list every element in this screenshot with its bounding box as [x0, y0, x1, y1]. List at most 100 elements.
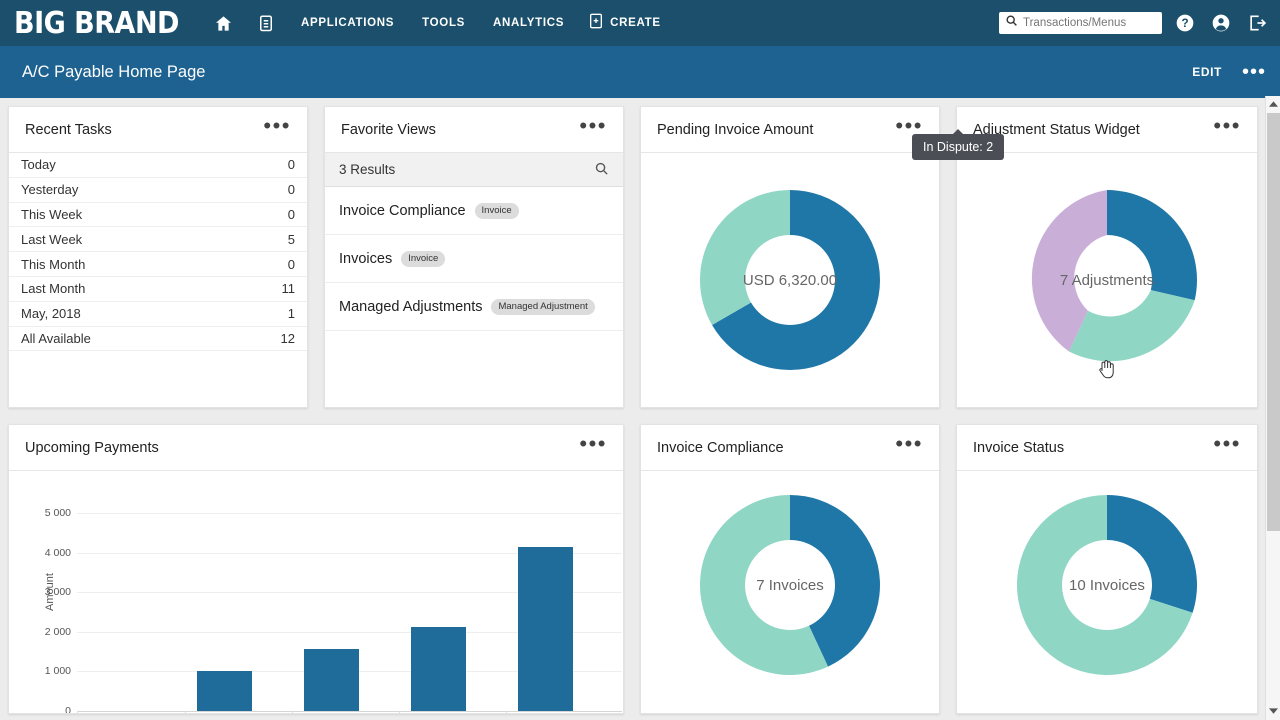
card-overflow-menu-button[interactable]: ••• [895, 441, 923, 455]
page-title: A/C Payable Home Page [22, 63, 205, 82]
list-item[interactable]: May, 2018 1 [9, 302, 307, 327]
y-tick-label: 2 000 [25, 626, 71, 638]
page-scrollbar[interactable] [1265, 96, 1280, 720]
list-item[interactable]: Last Month 11 [9, 277, 307, 302]
card-favorite-views: Favorite Views ••• 3 Results Invoice Com… [324, 106, 624, 408]
card-header: Invoice Status ••• [957, 425, 1257, 471]
page-title-bar: A/C Payable Home Page EDIT ••• [0, 46, 1280, 98]
search-icon [1005, 14, 1018, 32]
card-overflow-menu-button[interactable]: ••• [579, 441, 607, 455]
card-header: Recent Tasks ••• [9, 107, 307, 153]
dashboard-row-1: Recent Tasks ••• Today 0 Yesterday 0 Thi… [8, 106, 1262, 408]
scroll-up-arrow-icon[interactable] [1266, 96, 1280, 113]
task-count: 0 [288, 207, 295, 222]
create-label: CREATE [610, 17, 661, 29]
brand-logo[interactable]: BIG BRAND [14, 6, 179, 41]
nav-applications[interactable]: APPLICATIONS [301, 17, 394, 29]
card-invoice-status: Invoice Status ••• 10 Invoices [956, 424, 1258, 714]
global-search[interactable] [999, 12, 1162, 34]
task-label: Last Week [21, 232, 82, 247]
status-badge: Invoice [401, 251, 445, 267]
task-label: Today [21, 157, 56, 172]
card-header: Invoice Compliance ••• [641, 425, 939, 471]
task-count: 0 [288, 182, 295, 197]
card-upcoming-payments: Upcoming Payments ••• Amount 5 000 4 000 [8, 424, 624, 714]
bar[interactable] [518, 547, 573, 711]
search-icon[interactable] [594, 161, 609, 179]
nav-tools[interactable]: TOOLS [422, 17, 465, 29]
task-count: 11 [282, 281, 296, 296]
dashboard-row-2: Upcoming Payments ••• Amount 5 000 4 000 [8, 424, 1262, 714]
x-tick-mark [506, 711, 507, 713]
donut-chart-invoice-status[interactable]: 10 Invoices [957, 471, 1257, 713]
edit-button[interactable]: EDIT [1192, 65, 1222, 79]
card-title: Upcoming Payments [25, 440, 159, 456]
card-header: Pending Invoice Amount ••• [641, 107, 939, 153]
search-input[interactable] [1023, 17, 1156, 29]
list-item[interactable]: This Month 0 [9, 252, 307, 277]
bar[interactable] [197, 671, 252, 711]
card-header: Upcoming Payments ••• [9, 425, 623, 471]
card-title: Pending Invoice Amount [657, 122, 813, 138]
y-tick-label: 4 000 [25, 547, 71, 559]
page-overflow-menu-button[interactable]: ••• [1242, 68, 1266, 76]
bar-chart-upcoming-payments[interactable]: Amount 5 000 4 000 3 000 2 000 1 000 0 [9, 471, 623, 713]
card-title: Invoice Compliance [657, 440, 784, 456]
list-item[interactable]: Invoices Invoice [325, 235, 623, 283]
list-item[interactable]: Today 0 [9, 153, 307, 178]
card-pending-invoice-amount: Pending Invoice Amount ••• USD 6,320.00 [640, 106, 940, 408]
donut-slice-approved[interactable] [700, 190, 790, 325]
task-count: 12 [281, 331, 295, 346]
card-title: Recent Tasks [25, 122, 112, 138]
list-item[interactable]: This Week 0 [9, 203, 307, 228]
gridline [77, 513, 622, 514]
list-item[interactable]: Managed Adjustments Managed Adjustment [325, 283, 623, 331]
home-icon[interactable] [209, 8, 239, 38]
favorite-view-label: Invoices [339, 251, 392, 267]
card-overflow-menu-button[interactable]: ••• [1213, 441, 1241, 455]
donut-slice-approved[interactable] [1069, 290, 1195, 361]
x-axis-line [77, 711, 622, 712]
status-badge: Invoice [475, 203, 519, 219]
favorite-view-label: Managed Adjustments [339, 299, 482, 315]
donut-chart-invoice-compliance[interactable]: 7 Invoices [641, 471, 939, 713]
task-label: Yesterday [21, 182, 78, 197]
list-item[interactable]: All Available 12 [9, 327, 307, 352]
clipboard-icon[interactable] [251, 8, 281, 38]
list-item[interactable]: Yesterday 0 [9, 178, 307, 203]
svg-text:?: ? [1181, 17, 1188, 30]
top-navigation-bar: BIG BRAND APPLICATIONS TOOLS ANALYTICS C… [0, 0, 1280, 46]
card-body: 7 Invoices [641, 471, 939, 713]
favorite-views-search-bar: 3 Results [325, 153, 623, 187]
user-icon[interactable] [1208, 10, 1234, 36]
card-body: 10 Invoices [957, 471, 1257, 713]
donut-chart-pending-invoice-amount[interactable]: USD 6,320.00 [641, 153, 939, 407]
card-overflow-menu-button[interactable]: ••• [579, 123, 607, 137]
card-recent-tasks: Recent Tasks ••• Today 0 Yesterday 0 Thi… [8, 106, 308, 408]
list-item[interactable]: Last Week 5 [9, 227, 307, 252]
logout-icon[interactable] [1244, 10, 1270, 36]
recent-tasks-list: Today 0 Yesterday 0 This Week 0 Last Wee… [9, 153, 307, 351]
mouse-cursor [1098, 359, 1114, 384]
donut-slice-pending[interactable] [1107, 495, 1197, 613]
top-nav-right-group: ? [999, 0, 1270, 46]
x-tick-mark [77, 711, 78, 713]
list-item[interactable]: Invoice Compliance Invoice [325, 187, 623, 235]
help-icon[interactable]: ? [1172, 10, 1198, 36]
favorite-view-label: Invoice Compliance [339, 203, 466, 219]
donut-slice-in-dispute[interactable] [1107, 190, 1197, 300]
card-overflow-menu-button[interactable]: ••• [263, 123, 291, 137]
task-label: May, 2018 [21, 306, 81, 321]
scrollbar-thumb[interactable] [1267, 113, 1280, 531]
task-count: 0 [288, 257, 295, 272]
create-button[interactable]: CREATE [588, 13, 661, 34]
bar[interactable] [411, 627, 466, 711]
nav-analytics[interactable]: ANALYTICS [493, 17, 564, 29]
task-count: 1 [288, 306, 295, 321]
bar[interactable] [304, 649, 359, 711]
task-count: 5 [288, 232, 295, 247]
chart-tooltip: In Dispute: 2 [912, 134, 1004, 160]
scroll-down-arrow-icon[interactable] [1266, 703, 1280, 720]
page-actions: EDIT ••• [1192, 65, 1266, 79]
card-overflow-menu-button[interactable]: ••• [1213, 123, 1241, 137]
